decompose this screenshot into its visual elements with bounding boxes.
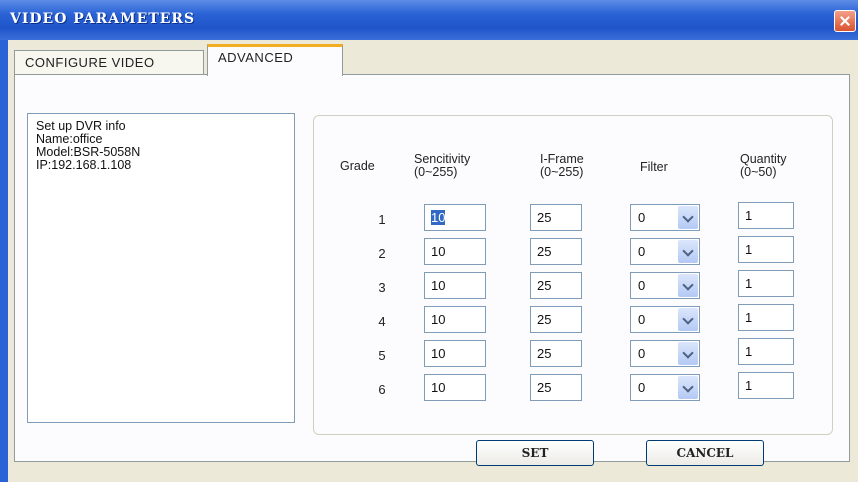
filter-value: 0: [638, 278, 646, 293]
cancel-button[interactable]: CANCEL: [646, 440, 764, 466]
header-filter: Filter: [640, 160, 668, 174]
sensitivity-input[interactable]: 10: [424, 238, 486, 265]
grade-number: 5: [378, 348, 386, 363]
sensitivity-input[interactable]: 10: [424, 340, 486, 367]
filter-select[interactable]: 0: [630, 306, 700, 333]
header-grade: Grade: [340, 159, 375, 173]
filter-value: 0: [638, 380, 646, 395]
chevron-down-icon[interactable]: [678, 308, 698, 331]
grade-number: 3: [378, 280, 386, 295]
window-title: VIDEO PARAMETERS: [10, 11, 196, 27]
sensitivity-value: 10: [431, 210, 446, 225]
header-sensitivity: Sencitivity (0~255): [414, 153, 470, 179]
tab-configure-video[interactable]: CONFIGURE VIDEO: [14, 50, 204, 76]
grade-number: 1: [378, 212, 386, 227]
filter-select[interactable]: 0: [630, 238, 700, 265]
filter-value: 0: [638, 210, 646, 225]
header-sensitivity-range: (0~255): [414, 165, 458, 179]
title-bar: VIDEO PARAMETERS: [0, 0, 858, 40]
chevron-down-icon[interactable]: [678, 342, 698, 365]
header-iframe: I-Frame (0~255): [540, 153, 584, 179]
chevron-down-icon[interactable]: [678, 240, 698, 263]
quantity-input[interactable]: 1: [738, 270, 794, 297]
sensitivity-input[interactable]: 10: [424, 204, 486, 231]
filter-select[interactable]: 0: [630, 340, 700, 367]
filter-value: 0: [638, 346, 646, 361]
filter-value: 0: [638, 244, 646, 259]
tab-advanced[interactable]: ADVANCED: [207, 44, 343, 76]
quantity-input[interactable]: 1: [738, 236, 794, 263]
advanced-tab-panel: Set up DVR info Name:office Model:BSR-50…: [14, 74, 850, 462]
chevron-down-icon[interactable]: [678, 274, 698, 297]
grade-settings-group: Grade Sencitivity (0~255) I-Frame (0~255…: [313, 115, 833, 435]
chevron-down-icon[interactable]: [678, 376, 698, 399]
info-line: IP:192.168.1.108: [36, 158, 132, 172]
quantity-input[interactable]: 1: [738, 304, 794, 331]
header-iframe-range: (0~255): [540, 165, 584, 179]
dvr-info-box: Set up DVR info Name:office Model:BSR-50…: [27, 113, 295, 423]
header-quantity: Quantity (0~50): [740, 153, 787, 179]
set-button[interactable]: SET: [476, 440, 594, 466]
sensitivity-input[interactable]: 10: [424, 306, 486, 333]
iframe-input[interactable]: 25: [530, 374, 582, 401]
filter-select[interactable]: 0: [630, 272, 700, 299]
iframe-input[interactable]: 25: [530, 238, 582, 265]
quantity-input[interactable]: 1: [738, 338, 794, 365]
sensitivity-input[interactable]: 10: [424, 272, 486, 299]
quantity-input[interactable]: 1: [738, 202, 794, 229]
iframe-input[interactable]: 25: [530, 272, 582, 299]
filter-select[interactable]: 0: [630, 204, 700, 231]
grade-number: 6: [378, 382, 386, 397]
grade-number: 4: [378, 314, 386, 329]
quantity-input[interactable]: 1: [738, 372, 794, 399]
iframe-input[interactable]: 25: [530, 204, 582, 231]
filter-value: 0: [638, 312, 646, 327]
close-icon[interactable]: [834, 10, 856, 32]
iframe-input[interactable]: 25: [530, 340, 582, 367]
window-frame: [0, 40, 8, 482]
grade-number: 2: [378, 246, 386, 261]
sensitivity-input[interactable]: 10: [424, 374, 486, 401]
iframe-input[interactable]: 25: [530, 306, 582, 333]
filter-select[interactable]: 0: [630, 374, 700, 401]
chevron-down-icon[interactable]: [678, 206, 698, 229]
header-quantity-range: (0~50): [740, 165, 777, 179]
